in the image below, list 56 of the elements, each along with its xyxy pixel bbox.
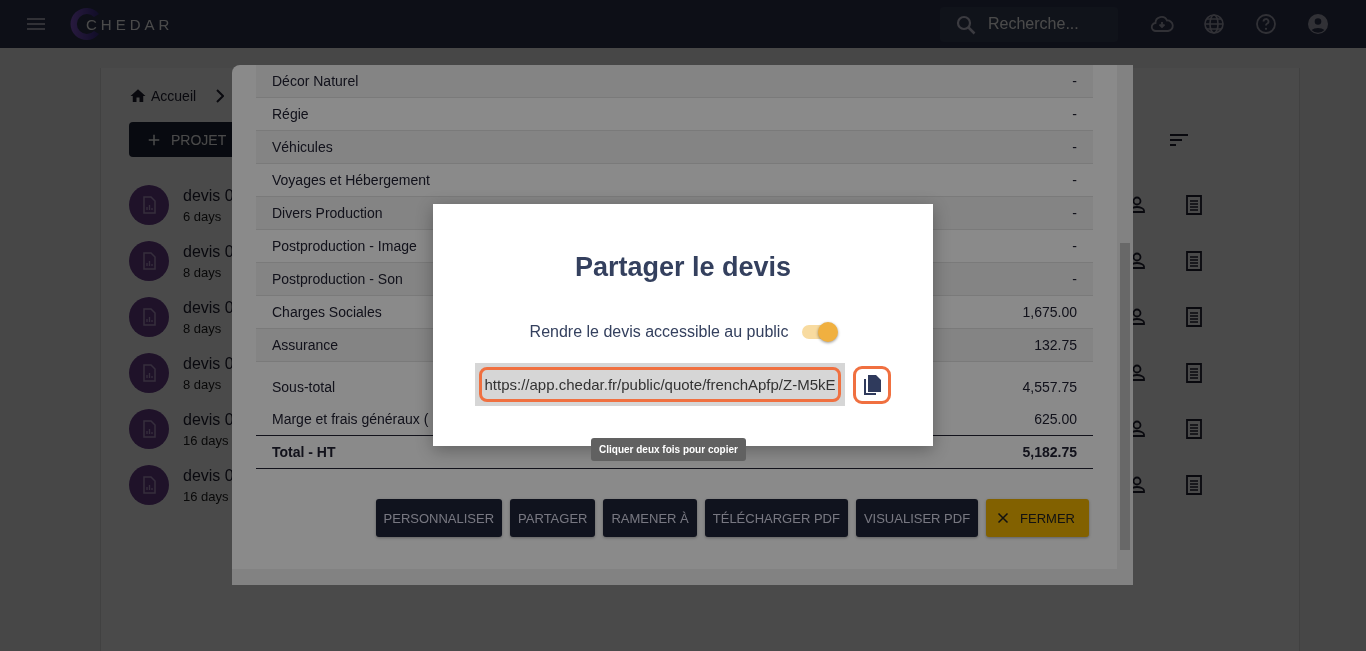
help-icon[interactable]: [1254, 12, 1278, 36]
row-label: Régie: [272, 106, 309, 122]
row-value: -: [1072, 106, 1077, 122]
quote-age: 8 days: [183, 376, 223, 392]
row-value: -: [1072, 238, 1077, 254]
dialog-title: Partager le devis: [574, 252, 792, 283]
quote-age: 8 days: [183, 320, 223, 336]
action-button[interactable]: VISUALISER PDF: [855, 499, 979, 537]
quote-age: 8 days: [183, 264, 223, 280]
row-label: Voyages et Hébergement: [272, 172, 430, 188]
public-toggle[interactable]: [802, 325, 837, 339]
row-label: Véhicules: [272, 139, 333, 155]
scrollbar[interactable]: [1117, 65, 1133, 569]
action-button[interactable]: RAMENER À: [603, 499, 697, 537]
document-avatar-icon: [129, 185, 169, 225]
quote-age: 16 days: [183, 488, 230, 504]
row-label: Divers Production: [272, 205, 383, 221]
copy-button[interactable]: [852, 365, 891, 404]
close-button[interactable]: FERMER: [986, 499, 1089, 537]
row-label: Assurance: [272, 337, 339, 353]
action-button[interactable]: PARTAGER: [510, 499, 596, 537]
row-value: -: [1072, 73, 1077, 89]
row-value: 1,675.00: [1022, 304, 1077, 320]
url-field[interactable]: https://app.chedar.fr/public/quote/frenchApfp/Z-M5kE: [479, 367, 841, 402]
row-label: Charges Sociales: [272, 304, 382, 320]
total-value: 625.00: [1034, 411, 1077, 427]
tooltip: Cliquer deux fois pour copier: [591, 438, 746, 461]
row-value: -: [1072, 271, 1077, 287]
public-toggle-label: Rendre le devis accessible au public: [529, 323, 789, 341]
action-button[interactable]: PERSONNALISER: [375, 499, 503, 537]
total-label: Marge et frais généraux (: [272, 411, 429, 427]
document-avatar-icon: [129, 465, 169, 505]
home-icon[interactable]: [129, 87, 147, 105]
row-value: 132.75: [1034, 337, 1077, 353]
globe-icon[interactable]: [1202, 12, 1226, 36]
total-value: 5,182.75: [1022, 444, 1077, 460]
document-avatar-icon: [129, 409, 169, 449]
quote-age: 6 days: [183, 208, 223, 224]
chevron-right-icon: [216, 89, 225, 103]
quote-age: 16 days: [183, 432, 230, 448]
row-label: Décor Naturel: [272, 73, 359, 89]
row-value: -: [1072, 172, 1077, 188]
total-label: Sous-total: [272, 379, 336, 395]
row-value: -: [1072, 205, 1077, 221]
row-label: Postproduction - Image: [272, 238, 417, 254]
document-avatar-icon: [129, 297, 169, 337]
row-label: Postproduction - Son: [272, 271, 403, 287]
breadcrumb-link[interactable]: Accueil: [151, 88, 197, 104]
action-button[interactable]: TÉLÉCHARGER PDF: [704, 499, 848, 537]
total-value: 4,557.75: [1022, 379, 1077, 395]
document-avatar-icon: [129, 353, 169, 393]
document-avatar-icon: [129, 241, 169, 281]
total-label: Total - HT: [272, 444, 336, 460]
scrollbar[interactable]: [232, 569, 1133, 585]
row-value: -: [1072, 139, 1077, 155]
account-icon[interactable]: [1306, 12, 1330, 36]
